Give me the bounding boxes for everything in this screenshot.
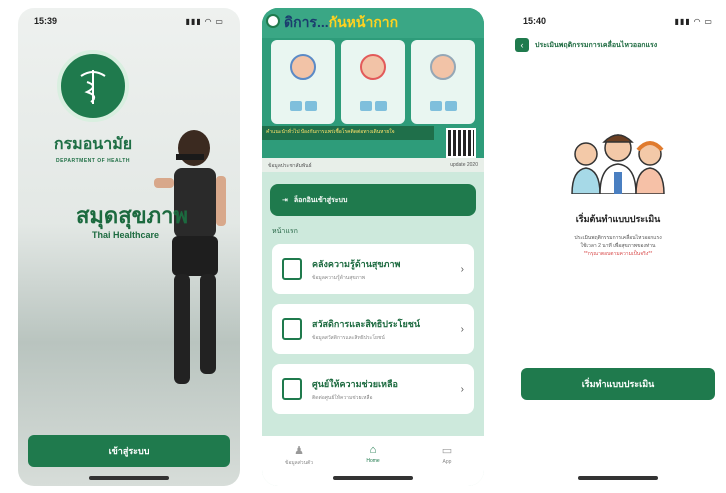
tab-label: Home	[366, 458, 380, 464]
card-title: ศูนย์ให้ความช่วยเหลือ	[312, 378, 398, 389]
tab-label: ข้อมูลส่วนตัว	[284, 460, 314, 466]
sign-in-menu-label: ล็อกอินเข้าสู่ระบบ	[293, 196, 348, 204]
banner-notice: คำแนะนำทั่วไป ป้องกันการแพร่เชื้อโรคติดต…	[262, 126, 434, 140]
assessment-description: ประเมินพฤติกรรมการเคลื่อนไหวออกแรง ใช้เว…	[543, 234, 693, 258]
promo-banner[interactable]: ดิการ...กันหน้ากาก คำแนะนำทั่วไป ป้องกัน…	[262, 8, 484, 158]
sign-in-menu-button[interactable]: ⇥ ล็อกอินเข้าสู่ระบบ	[270, 184, 476, 216]
status-icons: ▮▮▮ ◠ ▭	[674, 16, 713, 26]
status-bar: 15:39 ▮▮▮ ◠ ▭	[18, 8, 240, 34]
back-button[interactable]: ‹	[515, 38, 529, 52]
mask-icon	[359, 100, 372, 111]
home-indicator	[333, 476, 413, 480]
benefits-icon	[282, 318, 302, 340]
nav-title: ประเมินพฤติกรรมการเคลื่อนไหวออกแรง	[535, 41, 658, 49]
banner-panel	[341, 40, 405, 124]
person-icon: ♟	[294, 445, 304, 457]
info-left: ข้อมูลประชาสัมพันธ์	[268, 163, 312, 169]
card-title: คลังความรู้ด้านสุขภาพ	[312, 258, 401, 269]
tab-app[interactable]: ▭ App	[417, 444, 477, 486]
nav-bar: ‹ ประเมินพฤติกรรมการเคลื่อนไหวออกแรง	[515, 38, 721, 52]
info-right: update 2020	[450, 162, 478, 168]
warning-text: **กรุณาตอบตามความเป็นจริง**	[583, 251, 653, 257]
app-icon: ▭	[441, 445, 453, 457]
building-icon	[282, 378, 302, 400]
description-line-1: ประเมินพฤติกรรมการเคลื่อนไหวออกแรง	[574, 235, 662, 241]
home-screen: ดิการ...กันหน้ากาก คำแนะนำทั่วไป ป้องกัน…	[262, 8, 484, 486]
start-assessment-button[interactable]: เริ่มทำแบบประเมิน	[521, 368, 715, 400]
status-bar: 15:40 ▮▮▮ ◠ ▭	[507, 8, 726, 34]
mask-icon	[429, 100, 442, 111]
section-label: หน้าแรก	[272, 228, 298, 235]
caduceus-icon	[57, 50, 129, 122]
mask-icon	[304, 100, 317, 111]
virus-icon	[430, 53, 456, 80]
card-subtitle: ข้อมูลสวัสดิการและสิทธิประโยชน์	[312, 334, 385, 341]
home-body: ⇥ ล็อกอินเข้าสู่ระบบ หน้าแรก คลังความรู้…	[262, 172, 484, 486]
status-icons: ▮▮▮ ◠ ▭	[185, 16, 224, 26]
tab-profile[interactable]: ♟ ข้อมูลส่วนตัว	[269, 444, 329, 486]
home-indicator	[89, 476, 169, 480]
department-name-english: DEPARTMENT OF HEALTH	[56, 158, 130, 164]
medical-team-illustration	[571, 134, 665, 194]
status-time: 15:40	[523, 16, 547, 26]
mask-icon	[374, 100, 387, 111]
card-subtitle: ติดต่อศูนย์ให้ความช่วยเหลือ	[312, 394, 373, 401]
app-title: สมุดสุขภาพ	[76, 203, 189, 228]
status-time: 15:39	[34, 16, 58, 26]
description-line-2: ใช้เวลา 2 นาที เพื่อสุขภาพของท่าน	[580, 243, 656, 249]
card-title: สวัสดิการและสิทธิประโยชน์	[312, 318, 421, 329]
mask-icon	[444, 100, 457, 111]
chevron-right-icon: ›	[460, 383, 464, 395]
tab-label: App	[442, 459, 452, 465]
person-face-icon	[290, 53, 316, 80]
info-strip: ข้อมูลประชาสัมพันธ์ update 2020	[262, 158, 484, 172]
banner-panel	[411, 40, 475, 124]
banner-title-part1: ดิการ...	[284, 14, 329, 30]
assessment-title: เริ่มต้นทำแบบประเมิน	[575, 214, 661, 224]
banner-panel	[271, 40, 335, 124]
person-face-icon	[360, 53, 386, 80]
banner-title: ดิการ...กันหน้ากาก	[284, 12, 398, 34]
home-icon: ⌂	[369, 444, 377, 456]
splash-screen: 15:39 ▮▮▮ ◠ ▭ กรมอนามัย DEPARTMENT OF HE…	[18, 8, 240, 486]
chevron-right-icon: ›	[460, 323, 464, 335]
login-arrow-icon: ⇥	[282, 197, 288, 204]
card-subtitle: ข้อมูลความรู้ด้านสุขภาพ	[312, 274, 366, 281]
document-icon	[282, 258, 302, 280]
app-subtitle: Thai Healthcare	[92, 230, 160, 240]
department-logo: กรมอนามัย DEPARTMENT OF HEALTH	[18, 50, 168, 164]
department-name-thai: กรมอนามัย	[53, 136, 133, 153]
chevron-right-icon: ›	[460, 263, 464, 275]
home-indicator	[578, 476, 658, 480]
assessment-intro-screen: 15:40 ▮▮▮ ◠ ▭ ‹ ประเมินพฤติกรรมการเคลื่อ…	[507, 8, 726, 486]
banner-illustrations	[262, 38, 484, 126]
banner-title-part2: กันหน้ากาก	[328, 14, 399, 30]
card-welfare-benefits[interactable]: สวัสดิการและสิทธิประโยชน์ ข้อมูลสวัสดิกา…	[272, 304, 474, 354]
mask-icon	[289, 100, 302, 111]
qr-code-icon	[446, 128, 476, 158]
card-health-knowledge[interactable]: คลังความรู้ด้านสุขภาพ ข้อมูลความรู้ด้านส…	[272, 244, 474, 294]
login-button[interactable]: เข้าสู่ระบบ	[28, 435, 230, 467]
card-help-center[interactable]: ศูนย์ให้ความช่วยเหลือ ติดต่อศูนย์ให้ความ…	[272, 364, 474, 414]
banner-logo-icon	[266, 14, 280, 28]
